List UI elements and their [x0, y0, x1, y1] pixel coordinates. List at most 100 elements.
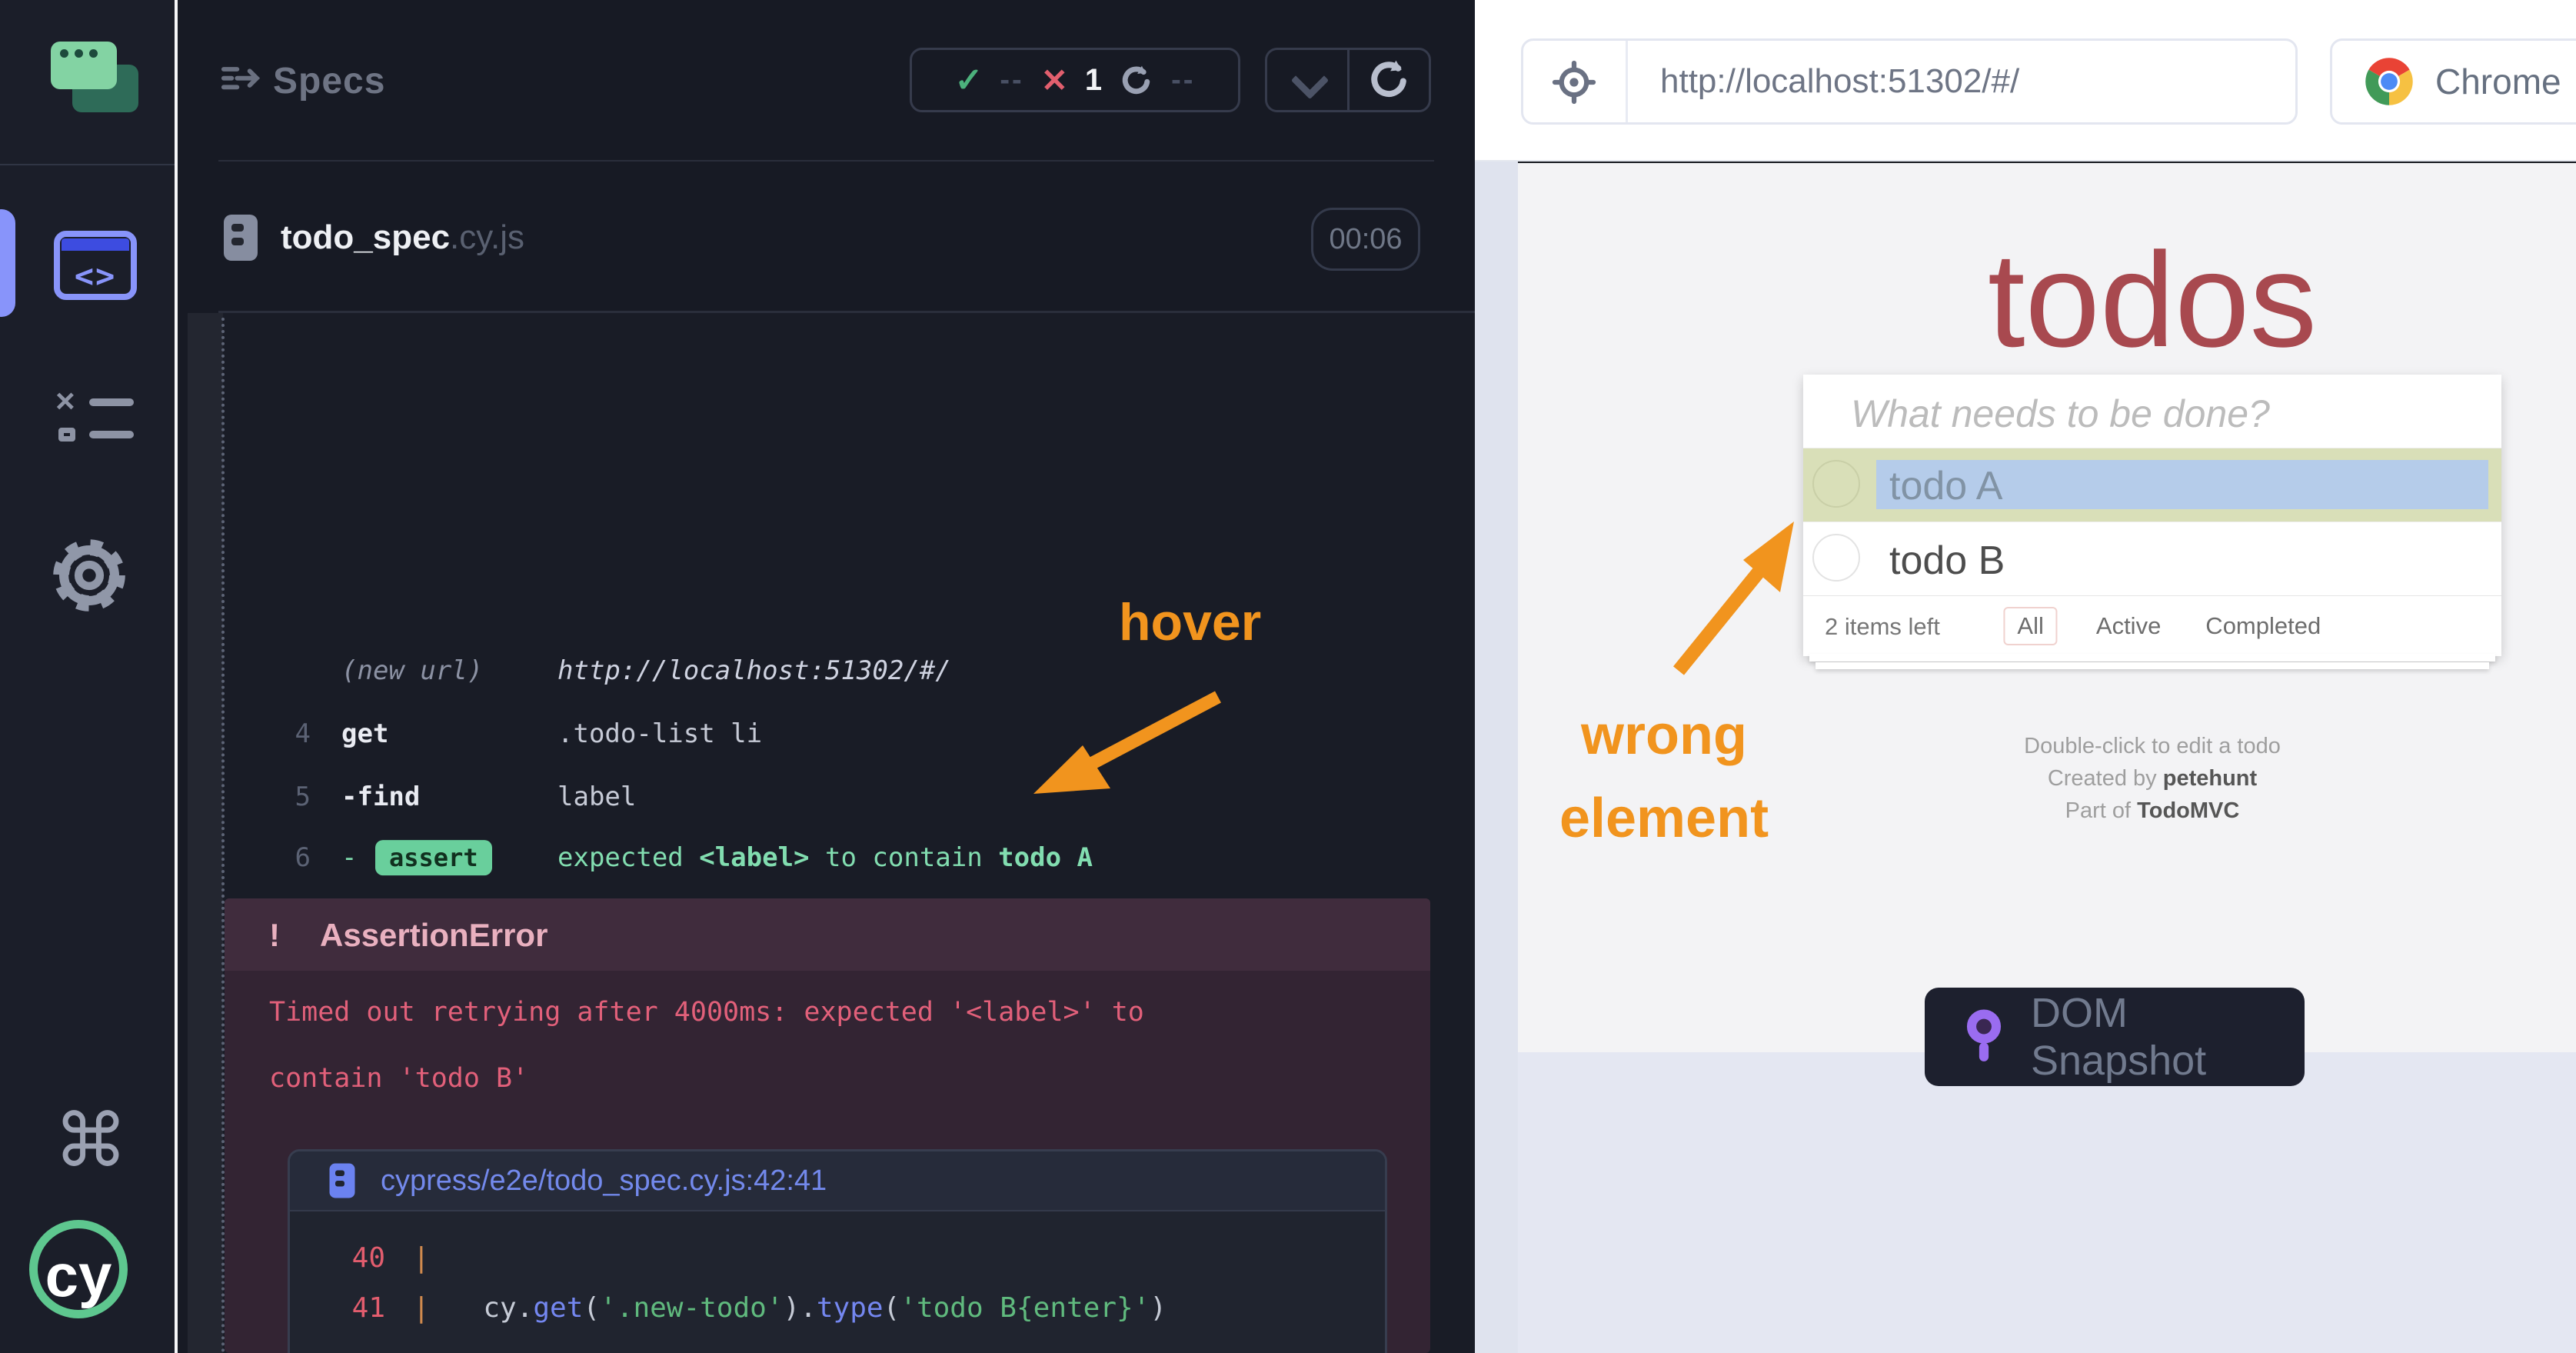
app-toolbar: http://localhost:51302/#/ Chrome	[1475, 0, 2576, 162]
sidebar-divider	[0, 164, 175, 165]
code-line-number: 41	[325, 1292, 385, 1324]
command-name: -find	[341, 781, 420, 812]
file-icon	[328, 1162, 356, 1199]
hover-annotation: hover	[1119, 592, 1261, 652]
assert-dash: -	[341, 842, 357, 873]
command-name: get	[341, 718, 388, 749]
todo-label[interactable]: todo A	[1889, 463, 2002, 509]
info-line: Double-click to edit a todo	[1803, 734, 2501, 759]
code-frame-path: cypress/e2e/todo_spec.cy.js:42:41	[381, 1165, 827, 1198]
specs-nav-icon[interactable]: <>	[54, 231, 137, 300]
code-token: type	[817, 1292, 884, 1324]
command-row[interactable]: 6-assertexpected <label> to contain todo…	[225, 831, 1430, 886]
code-line: 41| cy.get('.new-todo').type('todo B{ent…	[290, 1292, 1385, 1335]
items-left-count: 2 items left	[1825, 613, 1940, 641]
new-todo-placeholder: What needs to be done?	[1851, 392, 2270, 436]
filter-all[interactable]: All	[2003, 607, 2057, 645]
command-row[interactable]: 4get.todo-list li	[225, 707, 1430, 762]
command-args: .todo-list li	[557, 718, 762, 749]
specs-title: Specs	[273, 60, 385, 102]
cypress-logo[interactable]: cy	[29, 1220, 128, 1318]
code-token: get	[533, 1292, 583, 1324]
filter-completed[interactable]: Completed	[2199, 607, 2327, 645]
todos-title: todos	[1803, 223, 2501, 378]
refresh-icon	[1366, 58, 1411, 102]
info-line: Part of TodoMVC	[1803, 798, 2501, 824]
todo-label[interactable]: todo B	[1889, 538, 2005, 584]
command-number: 5	[225, 781, 311, 812]
passed-icon: ✓	[955, 61, 983, 100]
command-row[interactable]: 5 -find label	[225, 770, 1430, 825]
viewport-bottom-area	[1518, 1052, 2576, 1353]
code-token: ).	[784, 1292, 817, 1324]
active-item-indicator	[0, 209, 15, 317]
new-todo-input[interactable]: What needs to be done?	[1803, 375, 2501, 448]
todo-item[interactable]: todo A	[1803, 448, 2501, 522]
error-block: ! AssertionError Timed out retrying afte…	[225, 898, 1430, 1353]
spec-title[interactable]: todo_spec.cy.js	[281, 218, 524, 257]
wrong-element-annotation: wrong element	[1518, 694, 1810, 860]
code-line-separator: |	[413, 1292, 430, 1324]
code-frame: cypress/e2e/todo_spec.cy.js:42:41 40 | 41 |…	[288, 1149, 1387, 1353]
selection-highlight: todo A	[1876, 460, 2488, 509]
command-number: 6	[225, 842, 311, 873]
failed-icon: ✕	[1041, 62, 1068, 99]
code-frame-header[interactable]: cypress/e2e/todo_spec.cy.js:42:41	[290, 1151, 1385, 1211]
selector-playground-button[interactable]	[1523, 41, 1628, 122]
code-token: cy.	[450, 1292, 533, 1324]
square-mark	[58, 428, 75, 442]
error-name: AssertionError	[320, 917, 547, 954]
todo-toggle[interactable]	[1812, 534, 1860, 582]
passed-count: --	[1000, 64, 1023, 97]
filter-active[interactable]: Active	[2090, 607, 2167, 645]
stacked-sheet	[1809, 654, 2495, 662]
browser-select-button[interactable]: Chrome	[2330, 38, 2576, 125]
todo-filters: All Active Completed	[2003, 607, 2327, 645]
error-message-line: Timed out retrying after 4000ms: expecte…	[269, 997, 1144, 1028]
todo-list: todo A todo B	[1803, 448, 2501, 595]
settings-icon[interactable]	[49, 535, 129, 615]
browser-window-front	[51, 42, 117, 89]
reporter-controls	[1265, 48, 1431, 112]
assert-badge: assert	[375, 840, 492, 875]
keyboard-shortcuts-icon[interactable]: ⌘	[54, 1105, 128, 1178]
url-bar: http://localhost:51302/#/	[1521, 38, 2298, 125]
spec-file-icon	[222, 212, 259, 263]
code-token: 'todo B{enter}'	[900, 1292, 1150, 1324]
dom-snapshot-label: DOM Snapshot	[2031, 989, 2305, 1085]
code-line-number: 40	[325, 1242, 385, 1274]
wrong-element-arrow	[1649, 500, 1811, 688]
todo-toggle[interactable]	[1812, 460, 1860, 508]
panel-resizer[interactable]	[1475, 162, 1518, 1353]
cypress-runner: <> × ⌘ cy Specs ✓	[0, 0, 2576, 1353]
header-divider	[218, 160, 1434, 162]
code-token: )	[1150, 1292, 1167, 1324]
collapse-button[interactable]	[1267, 50, 1347, 110]
window-titlebar	[62, 238, 129, 251]
code-token: (	[884, 1292, 900, 1324]
list-bar	[89, 398, 134, 406]
command-args: label	[557, 781, 636, 812]
runs-nav-icon[interactable]: ×	[55, 394, 132, 454]
code-token: (	[583, 1292, 600, 1324]
hover-arrow	[1017, 686, 1240, 813]
command-name: (new url)	[341, 655, 483, 686]
browsers-icon[interactable]	[51, 42, 140, 115]
code-line: 40 |	[290, 1242, 1385, 1285]
test-body: (new url)http://localhost:51302/#/4get.t…	[188, 313, 1475, 1353]
stats-summary[interactable]: ✓ -- ✕ 1 --	[910, 48, 1240, 112]
list-bar	[89, 431, 134, 438]
sidebar: <> × ⌘ cy	[0, 0, 178, 1353]
error-header: ! AssertionError	[225, 898, 1430, 971]
pending-icon	[1119, 62, 1154, 98]
code-line-separator: |	[413, 1242, 430, 1274]
pin-icon	[1963, 1008, 2005, 1066]
todo-app-card: What needs to be done? todo A todo B 2 it…	[1803, 375, 2501, 656]
code-glyph: <>	[60, 257, 131, 295]
browser-name: Chrome	[2435, 61, 2561, 102]
rerun-button[interactable]	[1347, 50, 1429, 110]
todo-item[interactable]: todo B	[1803, 522, 2501, 595]
chevron-down-icon	[1291, 62, 1329, 99]
crosshair-icon	[1551, 59, 1597, 105]
url-input[interactable]: http://localhost:51302/#/	[1628, 62, 2019, 101]
